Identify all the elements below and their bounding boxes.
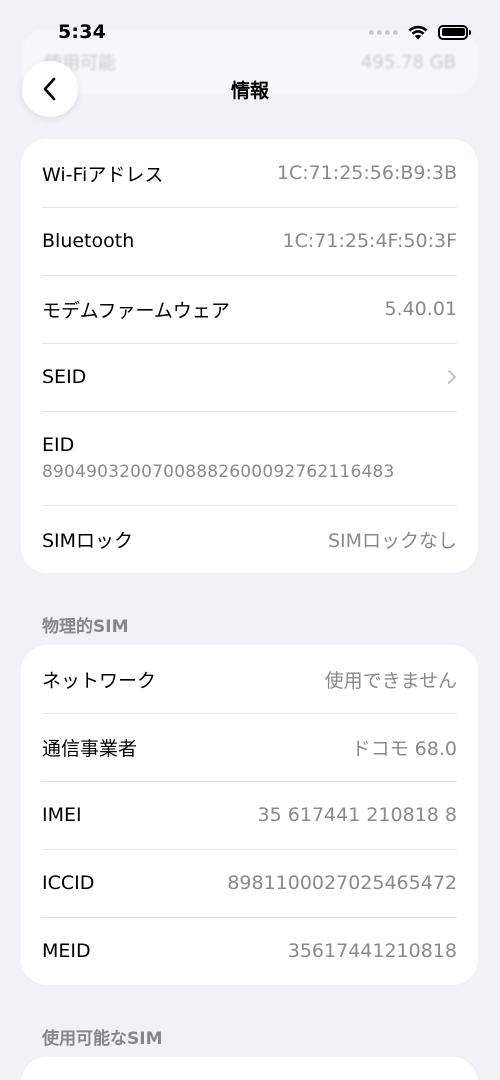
device-info-group: Wi-Fiアドレス 1C:71:25:56:B9:3B Bluetooth 1C… bbox=[21, 139, 478, 573]
meid-value: 35617441210818 bbox=[287, 940, 457, 962]
status-icons bbox=[369, 24, 471, 40]
carrier-row[interactable]: 通信事業者 ドコモ 68.0 bbox=[21, 713, 478, 781]
modem-firmware-label: モデムファームウェア bbox=[42, 299, 230, 322]
bluetooth-value: 1C:71:25:4F:50:3F bbox=[282, 230, 457, 252]
sim-lock-row[interactable]: SIMロック SIMロックなし bbox=[21, 505, 478, 573]
chevron-right-icon bbox=[447, 369, 457, 385]
iccid-label: ICCID bbox=[42, 872, 95, 894]
status-bar: 5:34 bbox=[0, 0, 500, 64]
eid-row[interactable]: EID 89049032007008882600092762116483 bbox=[21, 411, 478, 505]
status-time: 5:34 bbox=[58, 21, 107, 43]
wifi-address-value: 1C:71:25:56:B9:3B bbox=[276, 162, 457, 184]
carrier-label: 通信事業者 bbox=[42, 737, 138, 760]
modem-firmware-row[interactable]: モデムファームウェア 5.40.01 bbox=[21, 275, 478, 343]
bluetooth-row[interactable]: Bluetooth 1C:71:25:4F:50:3F bbox=[21, 207, 478, 275]
cellular-signal-icon bbox=[369, 29, 398, 35]
wifi-address-row[interactable]: Wi-Fiアドレス 1C:71:25:56:B9:3B bbox=[21, 139, 478, 207]
meid-row[interactable]: MEID 35617441210818 bbox=[21, 917, 478, 985]
physical-sim-group: ネットワーク 使用できません 通信事業者 ドコモ 68.0 IMEI 35 61… bbox=[21, 645, 478, 985]
eid-label: EID bbox=[42, 434, 75, 456]
screen: 使用可能 495.78 GB 5:34 情報 Wi-Fiアドレス 1C:71:2… bbox=[0, 0, 500, 1080]
iccid-value: 8981100027025465472 bbox=[227, 872, 457, 894]
sim-lock-label: SIMロック bbox=[42, 529, 134, 552]
carrier-value: ドコモ 68.0 bbox=[351, 737, 457, 760]
wifi-address-label: Wi-Fiアドレス bbox=[42, 163, 164, 186]
bluetooth-label: Bluetooth bbox=[42, 230, 135, 252]
sim-lock-value: SIMロックなし bbox=[327, 529, 457, 552]
modem-firmware-value: 5.40.01 bbox=[384, 298, 457, 320]
wifi-icon bbox=[408, 25, 428, 39]
network-value: 使用できません bbox=[324, 669, 457, 692]
imei-row[interactable]: IMEI 35 617441 210818 8 bbox=[21, 781, 478, 849]
section-header-physical-sim: 物理的SIM bbox=[42, 617, 129, 637]
meid-label: MEID bbox=[42, 940, 91, 962]
iccid-row[interactable]: ICCID 8981100027025465472 bbox=[21, 849, 478, 917]
imei-value: 35 617441 210818 8 bbox=[257, 804, 457, 826]
section-header-available-sim: 使用可能なSIM bbox=[42, 1029, 163, 1049]
seid-label: SEID bbox=[42, 366, 87, 388]
network-label: ネットワーク bbox=[42, 669, 157, 692]
eid-value: 89049032007008882600092762116483 bbox=[42, 462, 395, 482]
imei-label: IMEI bbox=[42, 804, 82, 826]
battery-icon bbox=[438, 24, 471, 40]
page-title: 情報 bbox=[230, 80, 269, 102]
seid-row[interactable]: SEID bbox=[21, 343, 478, 411]
network-row[interactable]: ネットワーク 使用できません bbox=[21, 645, 478, 713]
available-sim-group bbox=[21, 1057, 478, 1080]
